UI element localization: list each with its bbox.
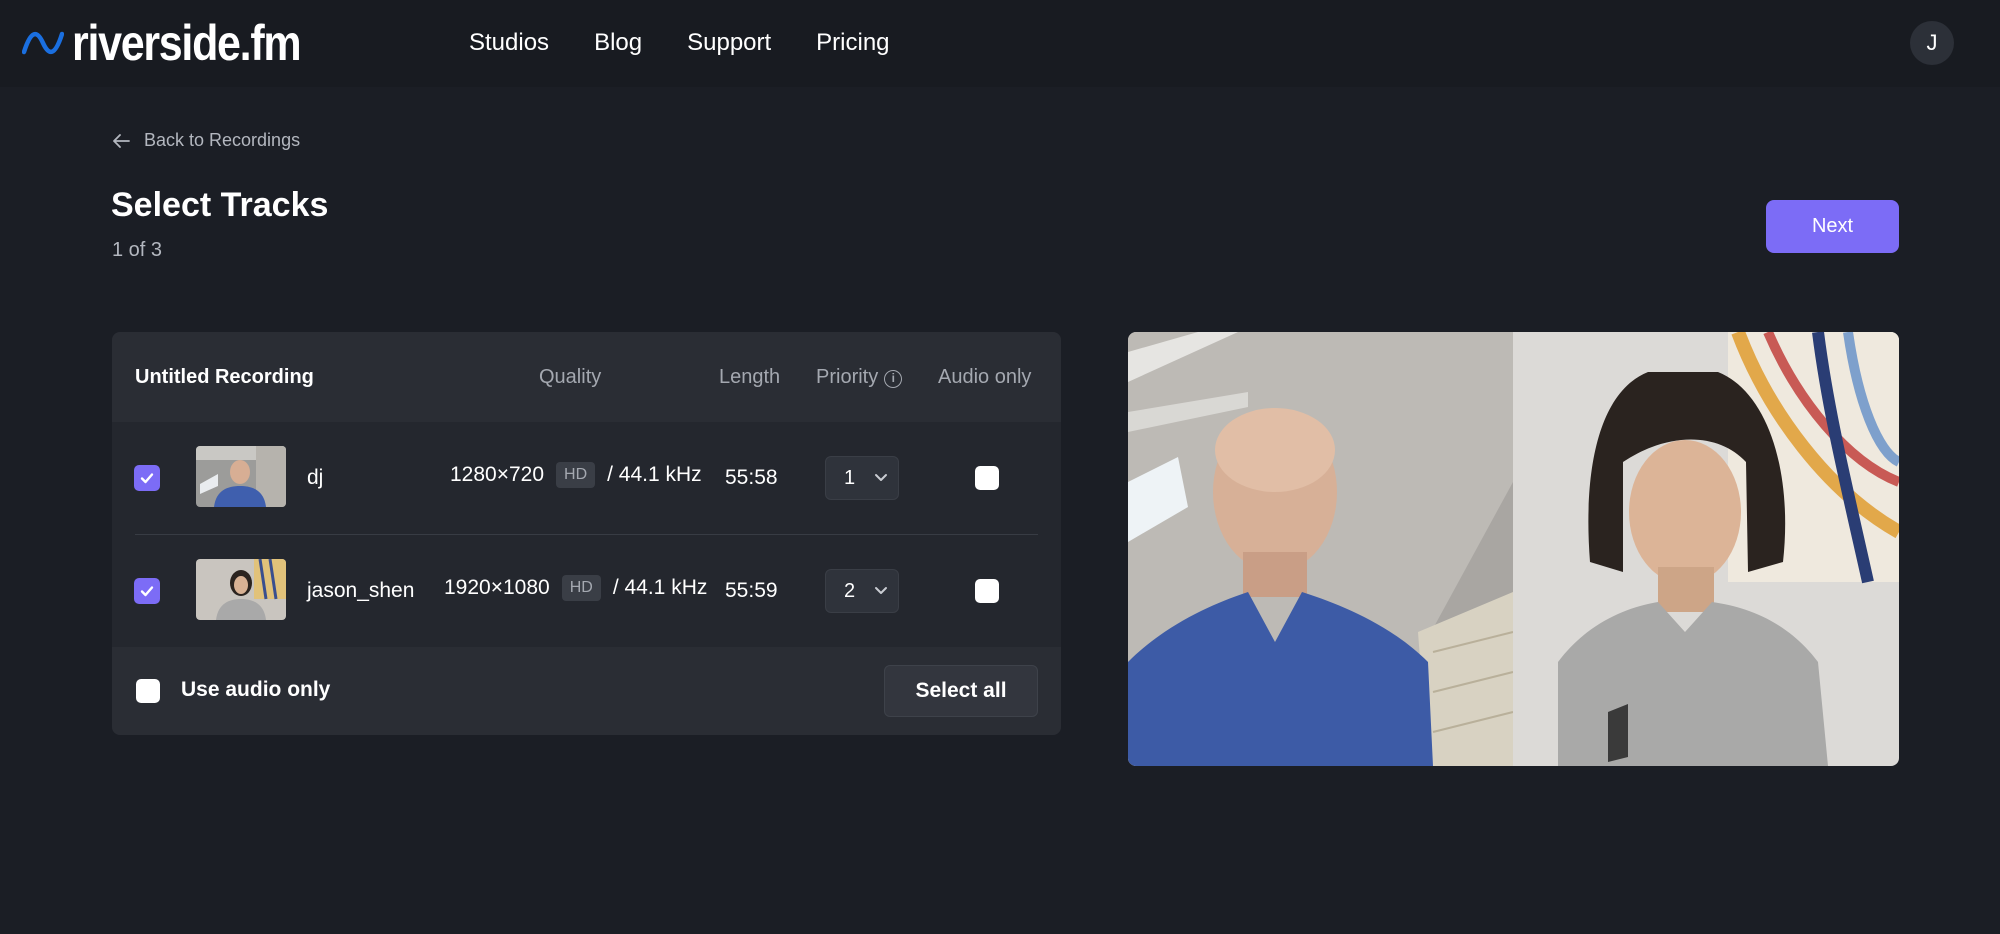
- select-all-button[interactable]: Select all: [884, 665, 1038, 717]
- track-thumbnail: [196, 446, 286, 507]
- use-audio-only-label: Use audio only: [181, 678, 331, 701]
- track-quality: 1280×720 HD / 44.1 kHz: [450, 462, 702, 488]
- checkmark-icon: [140, 586, 154, 597]
- tracks-table-header: Untitled Recording Quality Length Priori…: [112, 332, 1061, 422]
- track-resolution: 1280×720: [450, 463, 545, 486]
- logo[interactable]: riverside.fm: [22, 14, 337, 72]
- track-length: 55:59: [725, 579, 778, 602]
- nav-pricing[interactable]: Pricing: [816, 26, 889, 60]
- column-audio-only: Audio only: [938, 366, 1032, 388]
- user-avatar[interactable]: J: [1910, 21, 1954, 65]
- priority-select[interactable]: 1: [825, 456, 899, 500]
- tracks-panel: Untitled Recording Quality Length Priori…: [112, 332, 1061, 735]
- logo-text: riverside.fm: [72, 15, 302, 71]
- track-length: 55:58: [725, 466, 778, 489]
- priority-value: 2: [844, 579, 856, 602]
- step-indicator: 1 of 3: [112, 239, 163, 261]
- table-row: jason_shen 1920×1080 HD / 44.1 kHz 55:59…: [112, 535, 1061, 648]
- video-preview: [1128, 332, 1899, 766]
- checkmark-icon: [140, 473, 154, 484]
- column-priority: Priority i: [816, 366, 903, 389]
- track-name: dj: [307, 466, 324, 489]
- audio-only-checkbox[interactable]: [975, 466, 999, 490]
- track-resolution: 1920×1080: [444, 576, 550, 599]
- nav-studios[interactable]: Studios: [469, 26, 549, 60]
- audio-only-checkbox[interactable]: [975, 579, 999, 603]
- track-name: jason_shen: [307, 579, 415, 602]
- chevron-down-icon: [875, 587, 887, 594]
- track-select-checkbox[interactable]: [134, 465, 160, 491]
- next-button[interactable]: Next: [1766, 200, 1899, 253]
- page-title: Select Tracks: [111, 186, 329, 224]
- top-navigation-bar: riverside.fm Studios Blog Support Pricin…: [0, 0, 2000, 87]
- hd-badge: HD: [561, 575, 601, 601]
- track-select-checkbox[interactable]: [134, 578, 160, 604]
- back-link-label: Back to Recordings: [144, 130, 301, 150]
- priority-value: 1: [844, 466, 856, 489]
- track-thumbnail: [196, 559, 286, 620]
- column-priority-label: Priority: [816, 366, 879, 388]
- nav-support[interactable]: Support: [687, 26, 771, 60]
- nav-blog[interactable]: Blog: [594, 26, 642, 60]
- table-row: dj 1280×720 HD / 44.1 kHz 55:58 1: [112, 422, 1061, 535]
- column-quality: Quality: [539, 366, 602, 388]
- main-nav: Studios Blog Support Pricing: [469, 26, 935, 60]
- waveform-logo-icon: [22, 31, 64, 55]
- track-quality: 1920×1080 HD / 44.1 kHz: [444, 575, 707, 601]
- use-audio-only-checkbox[interactable]: [136, 679, 160, 703]
- track-sample-rate: / 44.1 kHz: [612, 576, 708, 599]
- back-to-recordings-link[interactable]: Back to Recordings: [112, 130, 300, 151]
- tracks-footer: Use audio only Select all: [112, 647, 1061, 735]
- info-icon[interactable]: i: [884, 370, 903, 388]
- track-sample-rate: / 44.1 kHz: [607, 463, 702, 486]
- chevron-down-icon: [875, 474, 887, 481]
- priority-select[interactable]: 2: [825, 569, 899, 613]
- arrow-left-icon: [113, 133, 130, 148]
- hd-badge: HD: [556, 462, 596, 488]
- column-length: Length: [719, 366, 781, 388]
- recording-name: Untitled Recording: [135, 366, 314, 388]
